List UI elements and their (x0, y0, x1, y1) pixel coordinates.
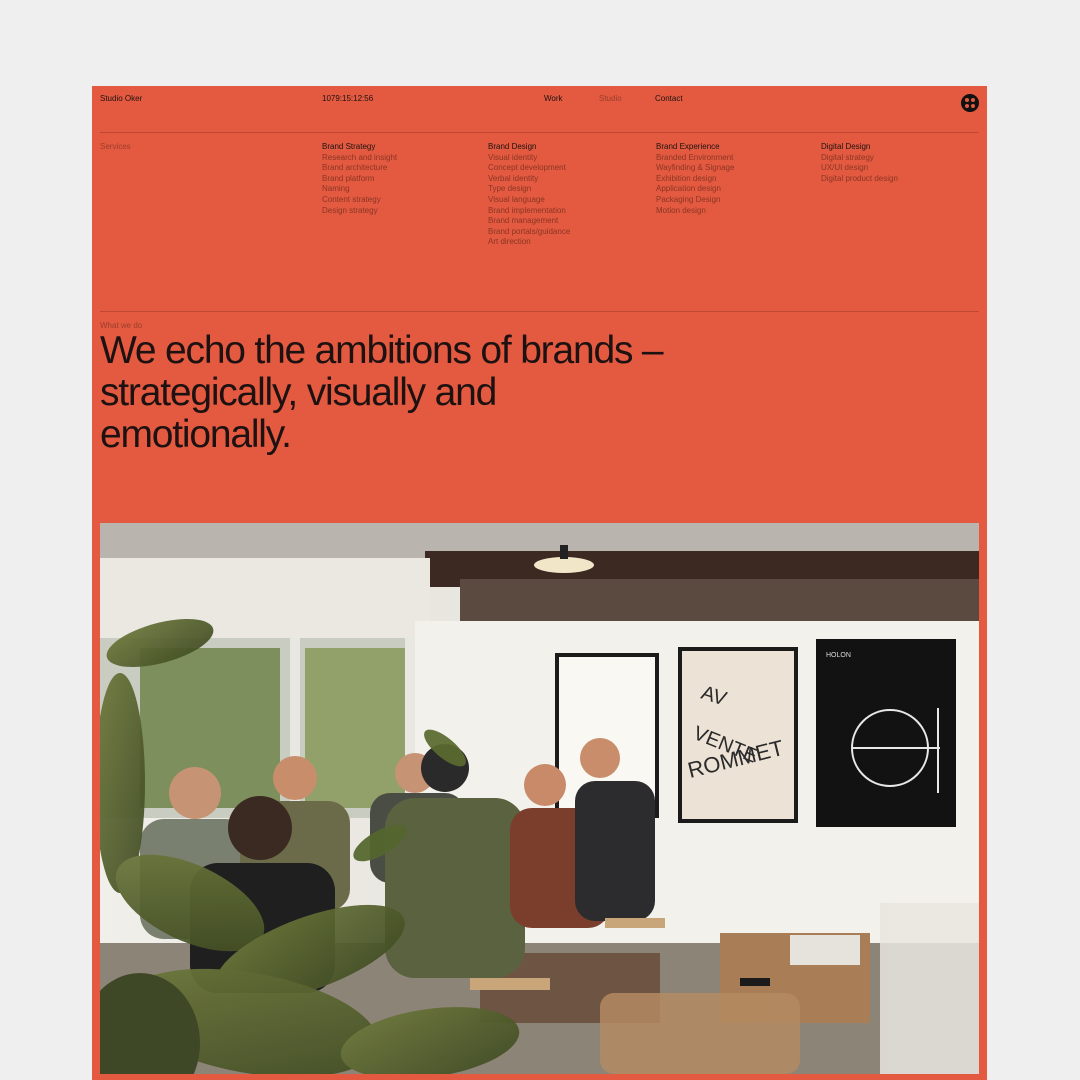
clock-readout: 1079:15:12:56 (322, 94, 374, 103)
services-column-brand-strategy: Brand Strategy Research and insight Bran… (322, 142, 397, 216)
service-item[interactable]: Brand architecture (322, 163, 397, 174)
service-item[interactable]: Verbal identity (488, 174, 570, 185)
column-title: Digital Design (821, 142, 871, 151)
column-title: Brand Design (488, 142, 537, 151)
divider (100, 311, 979, 312)
service-item[interactable]: Art direction (488, 237, 570, 248)
service-item[interactable]: Brand implementation (488, 206, 570, 217)
service-item[interactable]: Naming (322, 184, 397, 195)
nav-work-link[interactable]: Work (544, 94, 563, 103)
column-title: Brand Strategy (322, 142, 376, 151)
service-item[interactable]: Visual language (488, 195, 570, 206)
service-item[interactable]: Digital product design (821, 174, 898, 185)
brand-logo-link[interactable]: Studio Oker (100, 94, 142, 103)
headline-line: strategically, visually and (100, 371, 497, 414)
four-dot-menu-icon[interactable] (961, 94, 979, 112)
service-item[interactable]: Wayfinding & Signage (656, 163, 734, 174)
service-item[interactable]: Concept development (488, 163, 570, 174)
service-item[interactable]: Type design (488, 184, 570, 195)
service-item[interactable]: Branded Environment (656, 153, 734, 164)
nav-studio-link[interactable]: Studio (599, 94, 622, 103)
poster-text: HOLON (826, 652, 851, 659)
services-label: Services (100, 142, 131, 151)
divider (100, 132, 979, 133)
service-item[interactable]: Content strategy (322, 195, 397, 206)
services-column-brand-experience: Brand Experience Branded Environment Way… (656, 142, 734, 216)
service-item[interactable]: Digital strategy (821, 153, 898, 164)
column-title: Brand Experience (656, 142, 720, 151)
service-item[interactable]: Visual identity (488, 153, 570, 164)
service-item[interactable]: Research and insight (322, 153, 397, 164)
service-item[interactable]: UX/UI design (821, 163, 898, 174)
nav-contact-link[interactable]: Contact (655, 94, 683, 103)
service-item[interactable]: Packaging Design (656, 195, 734, 206)
services-column-brand-design: Brand Design Visual identity Concept dev… (488, 142, 570, 248)
service-item[interactable]: Motion design (656, 206, 734, 217)
service-item[interactable]: Application design (656, 184, 734, 195)
services-column-digital-design: Digital Design Digital strategy UX/UI de… (821, 142, 898, 184)
headline-line: We echo the ambitions of brands – (100, 329, 664, 372)
service-item[interactable]: Brand platform (322, 174, 397, 185)
headline-line: emotionally. (100, 413, 292, 456)
studio-team-photo: AV VENTE ROMMET HOLON (100, 523, 979, 1074)
service-item[interactable]: Brand portals/guidance (488, 227, 570, 238)
headline: We echo the ambitions of brands – strate… (100, 330, 780, 456)
studio-page: Studio Oker 1079:15:12:56 Work Studio Co… (92, 86, 987, 1080)
top-nav: Studio Oker 1079:15:12:56 Work Studio Co… (92, 86, 987, 116)
service-item[interactable]: Exhibition design (656, 174, 734, 185)
service-item[interactable]: Brand management (488, 216, 570, 227)
service-item[interactable]: Design strategy (322, 206, 397, 217)
